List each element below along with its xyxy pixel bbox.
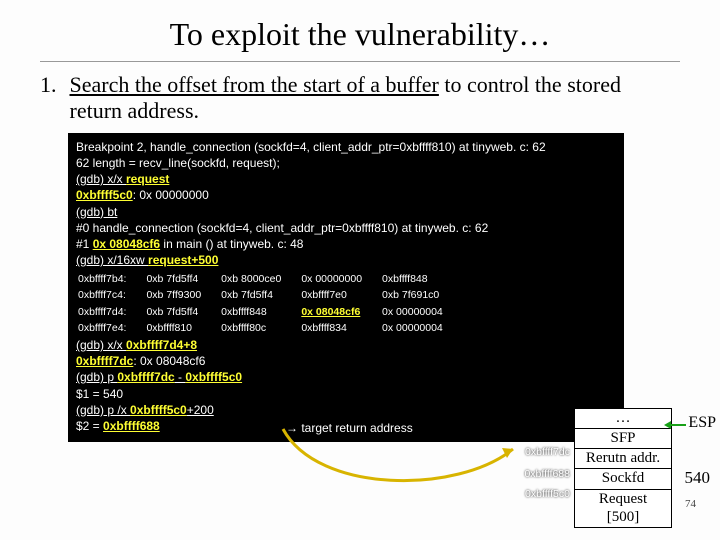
hex-row: 0xbffff7e4: 0xbffff810 0xbffff80c 0xbfff… bbox=[78, 321, 461, 335]
gdb-arg: 0xbffff5c0 bbox=[130, 403, 187, 417]
step-number: 1. bbox=[40, 72, 64, 98]
term-line: $1 = 540 bbox=[76, 386, 616, 402]
term-line: (gdb) x/x request bbox=[76, 171, 616, 187]
hex-val: 0xbffff80c bbox=[221, 321, 299, 335]
term-line: 62 length = recv_line(sockfd, request); bbox=[76, 155, 616, 171]
term-line: 0xbffff5c0: 0x 00000000 bbox=[76, 187, 616, 203]
step-text: Search the offset from the start of a bu… bbox=[70, 72, 660, 125]
hex-val: 0xb 7fd5ff4 bbox=[221, 288, 299, 302]
hex-val: 0x 08048cf6 bbox=[301, 305, 380, 319]
hex-val: 0x 00000000 bbox=[301, 272, 380, 286]
val: : 0x 08048cf6 bbox=[133, 354, 205, 368]
hex-val: 0xb 7fd5ff4 bbox=[146, 305, 219, 319]
hex-val: 0xb 7f691c0 bbox=[382, 288, 461, 302]
hex-val: 0xbffff7e0 bbox=[301, 288, 380, 302]
stack-cell: Sockfd bbox=[574, 468, 672, 489]
hex-val: 0xbffff848 bbox=[382, 272, 461, 286]
term-line: (gdb) bt bbox=[76, 204, 616, 220]
stack-addr-label: 0xbffff5c0 bbox=[525, 488, 570, 500]
hex-val: 0xbffff848 bbox=[221, 305, 299, 319]
body-text: 1. Search the offset from the start of a… bbox=[0, 72, 720, 125]
addr: 0xbffff5c0 bbox=[76, 188, 133, 202]
frame: #1 bbox=[76, 237, 93, 251]
hex-val: 0xbffff810 bbox=[146, 321, 219, 335]
gdb-val: 0xbffff688 bbox=[103, 419, 160, 433]
arrow-icon bbox=[670, 424, 686, 426]
term-line: (gdb) x/16xw request+500 bbox=[76, 252, 616, 268]
target-label: → target return address bbox=[286, 420, 413, 436]
stack-cell: SFP bbox=[574, 428, 672, 449]
stack-cell-size: [500] bbox=[574, 508, 672, 528]
gdb-cmd: (gdb) p bbox=[76, 370, 117, 384]
gdb-cmd: (gdb) x/x bbox=[76, 172, 126, 186]
stack-cell-request: Request bbox=[574, 489, 672, 509]
slide-title: To exploit the vulnerability… bbox=[0, 0, 720, 61]
res: $2 = bbox=[76, 419, 103, 433]
hex-addr: 0xbffff7c4: bbox=[78, 288, 144, 302]
gdb-arg: 0xbffff7d4+8 bbox=[126, 338, 197, 352]
offset-label: 540 bbox=[685, 468, 711, 488]
hex-dump: 0xbffff7b4: 0xb 7fd5ff4 0xb 8000ce0 0x 0… bbox=[76, 270, 463, 337]
hex-row: 0xbffff7d4: 0xb 7fd5ff4 0xbffff848 0x 08… bbox=[78, 305, 461, 319]
hex-row: 0xbffff7c4: 0xb 7ff9300 0xb 7fd5ff4 0xbf… bbox=[78, 288, 461, 302]
gdb-arg: 0xbffff7dc bbox=[117, 370, 174, 384]
page-number: 74 bbox=[685, 498, 696, 510]
stack-diagram: … SFP Rerutn addr. Sockfd Request [500] bbox=[574, 409, 672, 529]
term-line: 0xbffff7dc: 0x 08048cf6 bbox=[76, 353, 616, 369]
val: : 0x 00000000 bbox=[133, 188, 209, 202]
gdb-cmd: (gdb) x/x bbox=[76, 338, 126, 352]
esp-label: ESP bbox=[688, 414, 716, 432]
gdb-cmd: (gdb) x/16xw bbox=[76, 253, 148, 267]
hex-addr: 0xbffff7e4: bbox=[78, 321, 144, 335]
hex-val: 0xb 8000ce0 bbox=[221, 272, 299, 286]
term-line: (gdb) p /x 0xbffff5c0+200 bbox=[76, 402, 616, 418]
gdb-arg: 0xbffff5c0 bbox=[185, 370, 242, 384]
stack-addr-label: 0xbffff7dc bbox=[525, 446, 570, 458]
step-underlined: Search the offset from the start of a bu… bbox=[70, 72, 439, 97]
hex-val: 0xb 7ff9300 bbox=[146, 288, 219, 302]
hex-row: 0xbffff7b4: 0xb 7fd5ff4 0xb 8000ce0 0x 0… bbox=[78, 272, 461, 286]
term-line: (gdb) p 0xbffff7dc - 0xbffff5c0 bbox=[76, 369, 616, 385]
hex-val: 0x 00000004 bbox=[382, 321, 461, 335]
gdb-cmd: (gdb) p /x bbox=[76, 403, 130, 417]
gdb-arg: request bbox=[126, 172, 169, 186]
minus: - bbox=[175, 370, 186, 384]
addr: 0xbffff7dc bbox=[76, 354, 133, 368]
term-line: #0 handle_connection (sockfd=4, client_a… bbox=[76, 220, 616, 236]
stack-addr-label: 0xbffff688 bbox=[524, 468, 570, 480]
gdb-arg: request+500 bbox=[148, 253, 218, 267]
term-line: (gdb) x/x 0xbffff7d4+8 bbox=[76, 337, 616, 353]
stack-cell-return: Rerutn addr. bbox=[574, 448, 672, 469]
hex-val: 0x 00000004 bbox=[382, 305, 461, 319]
divider bbox=[40, 61, 680, 62]
hex-val: 0xb 7fd5ff4 bbox=[146, 272, 219, 286]
plus: +200 bbox=[187, 403, 214, 417]
hex-addr: 0xbffff7d4: bbox=[78, 305, 144, 319]
hex-addr: 0xbffff7b4: bbox=[78, 272, 144, 286]
hex-val: 0xbffff834 bbox=[301, 321, 380, 335]
rest: in main () at tinyweb. c: 48 bbox=[160, 237, 303, 251]
terminal-output: Breakpoint 2, handle_connection (sockfd=… bbox=[68, 133, 624, 442]
addr: 0x 08048cf6 bbox=[93, 237, 160, 251]
term-line: #1 0x 08048cf6 in main () at tinyweb. c:… bbox=[76, 236, 616, 252]
term-line: Breakpoint 2, handle_connection (sockfd=… bbox=[76, 139, 616, 155]
stack-cell: … bbox=[574, 408, 672, 429]
